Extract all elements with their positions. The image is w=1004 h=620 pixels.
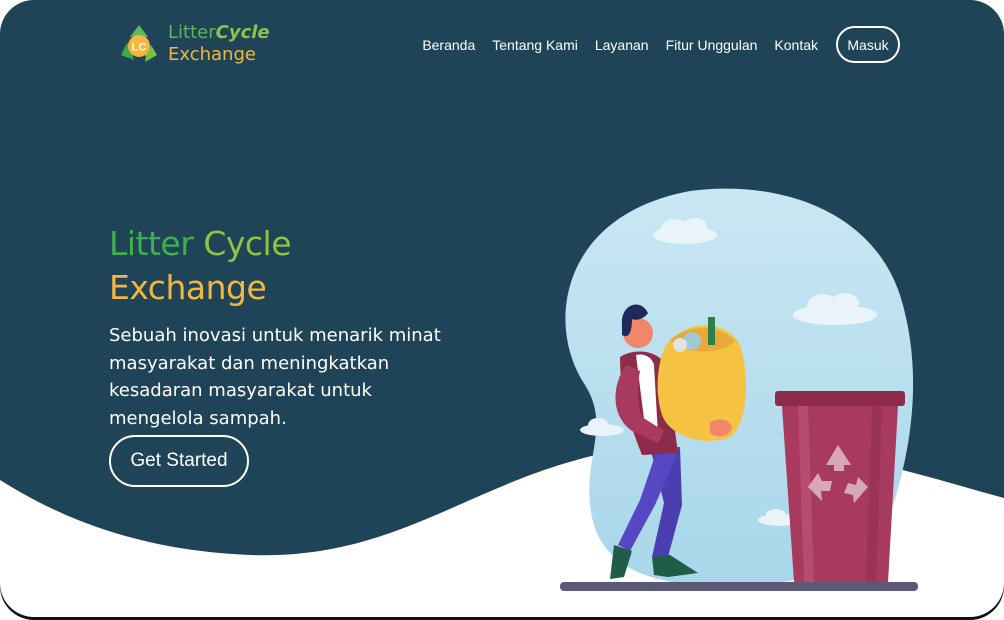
ground-line xyxy=(560,582,918,591)
trash-bin xyxy=(775,391,905,582)
nav-link-beranda[interactable]: Beranda xyxy=(422,37,475,53)
hero-title-litter: Litter xyxy=(109,224,194,263)
logo-word-cycle: Cycle xyxy=(215,22,270,43)
nav-link-kontak[interactable]: Kontak xyxy=(774,37,818,53)
logo-initials: LC xyxy=(132,42,147,54)
nav-link-layanan[interactable]: Layanan xyxy=(595,37,649,53)
nav-link-fitur-unggulan[interactable]: Fitur Unggulan xyxy=(666,37,758,53)
logo-word-litter: Litter xyxy=(168,22,216,43)
logo-wordmark: LitterCycle Exchange xyxy=(168,22,270,66)
nav-link-tentang-kami[interactable]: Tentang Kami xyxy=(492,37,578,53)
get-started-button[interactable]: Get Started xyxy=(109,435,249,487)
main-nav: Beranda Tentang Kami Layanan Fitur Unggu… xyxy=(405,26,900,63)
recycle-logo-icon: LC xyxy=(121,25,157,62)
page-frame: LC LitterCycle Exchange Beranda Tentang … xyxy=(0,0,1004,620)
hero-title-cycle: Cycle xyxy=(203,224,291,263)
brand-logo[interactable]: LC LitterCycle Exchange xyxy=(118,22,270,66)
hero-title-exchange: Exchange xyxy=(109,268,267,307)
hero-title: Litter Cycle Exchange xyxy=(109,222,291,310)
login-button[interactable]: Masuk xyxy=(836,26,900,63)
hero-subtitle: Sebuah inovasi untuk menarik minat masya… xyxy=(109,325,441,429)
hero-illustration xyxy=(560,188,918,591)
logo-word-exchange: Exchange xyxy=(168,44,256,65)
